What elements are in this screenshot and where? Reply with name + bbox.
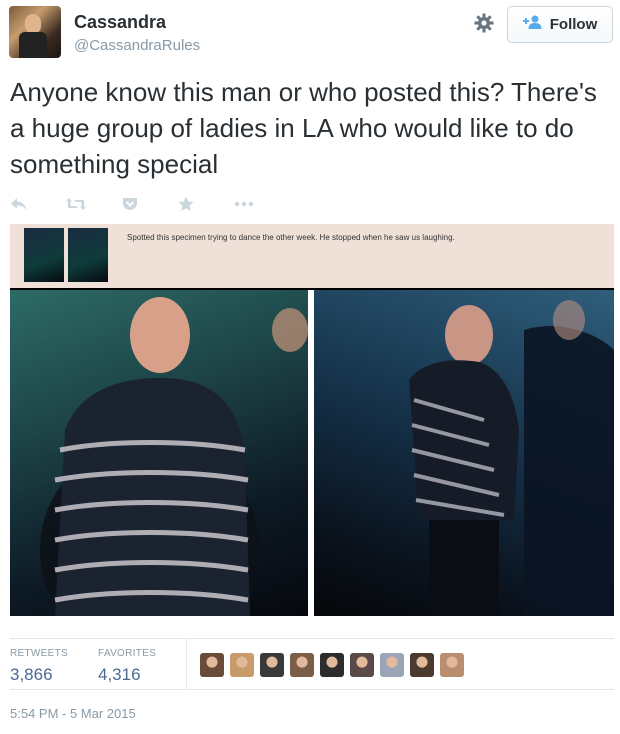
favoriters-list [200,653,464,677]
reply-icon[interactable] [10,193,66,215]
gear-icon[interactable] [471,10,497,36]
favoriter-avatar[interactable] [410,653,434,677]
more-icon[interactable] [234,193,290,215]
favoriter-avatar[interactable] [320,653,344,677]
user-avatar[interactable] [9,6,61,58]
follow-label: Follow [549,16,598,33]
retweets-count: 3,866 [10,665,53,684]
favoriter-avatar[interactable] [290,653,314,677]
media-caption: Spotted this specimen trying to dance th… [127,233,455,242]
photo-left [10,290,308,616]
retweet-icon[interactable] [66,193,122,215]
tweet-timestamp[interactable]: 5:54 PM - 5 Mar 2015 [10,706,136,721]
favorites-stat[interactable]: FAVORITES 4,316 [98,648,156,685]
favoriter-avatar[interactable] [440,653,464,677]
user-handle[interactable]: @CassandraRules [74,37,200,54]
favoriter-avatar[interactable] [230,653,254,677]
favoriter-avatar[interactable] [380,653,404,677]
screenshot-caption-bar: Spotted this specimen trying to dance th… [10,224,614,288]
tweet-header: Cassandra @CassandraRules Follow [0,0,620,70]
favorite-icon[interactable] [178,193,234,215]
stats-divider [186,639,187,689]
favorites-label: FAVORITES [98,648,157,659]
favoriter-avatar[interactable] [200,653,224,677]
favorites-count: 4,316 [98,665,141,684]
favoriter-avatar[interactable] [350,653,374,677]
thumbnail-image [68,228,108,282]
tweet-text: Anyone know this man or who posted this?… [10,77,597,179]
favoriter-avatar[interactable] [260,653,284,677]
thumbnail-image [24,228,64,282]
user-name[interactable]: Cassandra [74,12,166,33]
tweet-actions [10,193,290,215]
add-user-icon [522,15,543,34]
retweets-stat[interactable]: RETWEETS 3,866 [10,648,68,685]
tweet-media[interactable]: Spotted this specimen trying to dance th… [10,224,614,616]
follow-button[interactable]: Follow [507,6,613,43]
retweets-label: RETWEETS [10,648,68,659]
photo-right [314,290,614,616]
pocket-icon[interactable] [122,193,178,215]
tweet-stats: RETWEETS 3,866 FAVORITES 4,316 [10,638,614,690]
